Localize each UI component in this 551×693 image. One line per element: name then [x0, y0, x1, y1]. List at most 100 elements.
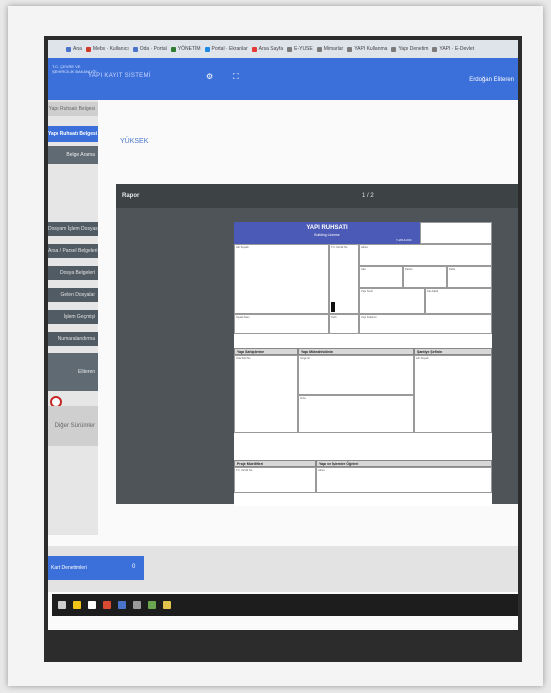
tab-label: Mimarlar — [323, 46, 344, 52]
sidebar-profile[interactable]: Eliteren — [48, 353, 98, 391]
sidebar-subitem[interactable]: İşlem Geçmişi — [48, 310, 98, 324]
browser-tab[interactable]: YAPI Kullanma — [347, 46, 387, 52]
date-block: Tarih — [329, 314, 359, 334]
tab-favicon-icon — [170, 46, 176, 52]
browser-tab[interactable]: Ana — [66, 46, 82, 52]
taskbar-files-icon[interactable] — [73, 601, 81, 609]
section-site-chief: Şantiye Şefinin — [414, 348, 492, 355]
contractor-details: Vergi No — [298, 355, 414, 395]
cell-label: Vergi No — [300, 357, 310, 360]
browser-tab[interactable]: YAPI · E-Devlet — [432, 46, 474, 52]
address-block: Adres — [359, 244, 492, 266]
cell-label: Yapı Kullanım — [361, 316, 377, 319]
building-class-block: Yapı Sınıfı — [359, 288, 425, 314]
card-controls-button[interactable]: Kart Denetimleri 0 — [48, 556, 144, 580]
architects-details: T.C. Kimlik No — [234, 467, 316, 493]
cell-label: Kat Adedi — [427, 290, 439, 293]
browser-tab[interactable]: Mimarlar — [316, 46, 344, 52]
card-controls-label: Kart Denetimleri — [51, 565, 87, 571]
taskbar-app-green-icon[interactable] — [148, 601, 156, 609]
taskbar-app-yellow-icon[interactable] — [163, 601, 171, 609]
document-code: Y-2014-000 — [396, 238, 412, 242]
sidebar: Yapı Ruhsatı Belgesi Yapı Ruhsatı Belges… — [48, 100, 98, 535]
document-corner-box — [420, 222, 492, 244]
document-subtitle: Building License — [314, 233, 340, 237]
viewer-toolbar: Rapor 1 / 2 — [116, 184, 518, 208]
expand-icon[interactable]: ⛶ — [233, 72, 239, 82]
browser-tab-bar: Ana Mebs · Kullanıcı Oda · Portal YÖNETİM Po… — [48, 40, 518, 58]
parsel-block: Parsel — [403, 266, 447, 288]
tab-label: YAPI Kullanma — [354, 46, 388, 52]
cell-label: Yapı Sınıfı — [361, 290, 373, 293]
browser-tab[interactable]: Yapı Denetim — [391, 46, 428, 52]
tab-label: YÖNETİM — [177, 46, 201, 52]
tab-favicon-icon — [347, 46, 353, 52]
sidebar-subitem[interactable]: Gelen Dosyalar — [48, 288, 98, 302]
taskbar-app-red-icon[interactable] — [103, 601, 111, 609]
sidebar-item-other[interactable]: Diğer Sürümler — [48, 406, 98, 446]
contractor-extra: İmza — [298, 395, 414, 433]
cell-label: Pafta — [449, 268, 456, 271]
tab-label: Ana — [73, 46, 82, 52]
usage-block: Yapı Kullanım — [359, 314, 492, 334]
browser-tab[interactable]: Oda · Portal — [132, 46, 167, 52]
app-header: T.C. ÇEVRE VE ŞEHİRCİLİK BAKANLIĞI YAPI … — [48, 58, 518, 100]
browser-tab[interactable]: E-YUSE — [287, 46, 313, 52]
report-viewer: Rapor 1 / 2 YAPI RUHSATI Building Licens… — [116, 184, 518, 506]
app-title: YAPI KAYIT SİSTEMİ — [88, 73, 151, 79]
taskbar-browser-icon[interactable] — [88, 601, 96, 609]
site-chief-details: Adı Soyadı — [414, 355, 492, 433]
signature-mark-icon — [331, 302, 335, 312]
tab-label: Oda · Portal — [139, 46, 167, 52]
owner-details: Oda Sicil No — [234, 355, 298, 433]
taskbar-app-gray-icon[interactable] — [133, 601, 141, 609]
tab-label: Arsa Sayfa — [258, 46, 284, 52]
cell-label: T.C. Kimlik No — [236, 469, 253, 472]
tab-favicon-icon — [316, 46, 322, 52]
works-details: Adres — [316, 467, 492, 493]
cell-label: Adı Soyadı — [236, 246, 249, 249]
tab-favicon-icon — [85, 46, 91, 52]
tab-label: Yapı Denetim — [398, 46, 429, 52]
user-name[interactable]: Erdoğan Eliteren — [469, 77, 514, 83]
tab-label: YAPI · E-Devlet — [439, 46, 475, 52]
cell-label: Tarih — [331, 316, 337, 319]
sidebar-subitem[interactable]: Dosyam İşlem Dosyası — [48, 222, 98, 236]
tab-favicon-icon — [432, 46, 438, 52]
sidebar-subitem[interactable]: Numaralandırma — [48, 332, 98, 346]
tab-favicon-icon — [287, 46, 293, 52]
tab-label: E-YUSE — [294, 46, 313, 52]
ada-block: Ada — [359, 266, 403, 288]
cell-label: İmza — [300, 397, 306, 400]
browser-tab[interactable]: Mebs · Kullanıcı — [85, 46, 129, 52]
cell-label: Adres — [318, 469, 325, 472]
floor-count-block: Kat Adedi — [425, 288, 492, 314]
sidebar-subitem[interactable]: Dosya Belgeleri — [48, 266, 98, 280]
sidebar-item-search[interactable]: Belge Arama — [48, 146, 98, 164]
taskbar-app-blue-icon[interactable] — [118, 601, 126, 609]
sidebar-item-1[interactable]: Yapı Ruhsatı Belgesi — [48, 102, 98, 116]
tab-favicon-icon — [251, 46, 257, 52]
pafta-block: Pafta — [447, 266, 492, 288]
page-heading: YÜKSEK — [120, 138, 149, 145]
sidebar-subitem[interactable]: Arsa / Parsel Belgeleri — [48, 244, 98, 258]
tab-favicon-icon — [391, 46, 397, 52]
tab-favicon-icon — [66, 46, 71, 52]
cell-label: Ada — [361, 268, 366, 271]
browser-tab[interactable]: Portal · Ekranlar — [204, 46, 248, 52]
tab-favicon-icon — [204, 46, 210, 52]
sidebar-item-2[interactable]: Yapı Ruhsatı Belgesi — [48, 126, 98, 142]
browser-tab[interactable]: Arsa Sayfa — [251, 46, 284, 52]
document-header: YAPI RUHSATI Building License — [234, 222, 420, 244]
screen: Ana Mebs · Kullanıcı Oda · Portal YÖNETİM Po… — [48, 40, 518, 630]
page-count: 1 / 2 — [362, 193, 374, 199]
cell-label: İnşaat Alanı — [236, 316, 250, 319]
settings-icon[interactable]: ⚙ — [206, 72, 213, 81]
license-document: YAPI RUHSATI Building License Y-2014-000… — [234, 222, 492, 506]
cell-label: Adres — [361, 246, 368, 249]
taskbar-start-icon[interactable] — [58, 601, 66, 609]
browser-tab[interactable]: YÖNETİM — [170, 46, 201, 52]
owner-block: Adı Soyadı — [234, 244, 329, 314]
tab-label: Portal · Ekranlar — [211, 46, 248, 52]
card-controls-count: 0 — [132, 564, 136, 570]
